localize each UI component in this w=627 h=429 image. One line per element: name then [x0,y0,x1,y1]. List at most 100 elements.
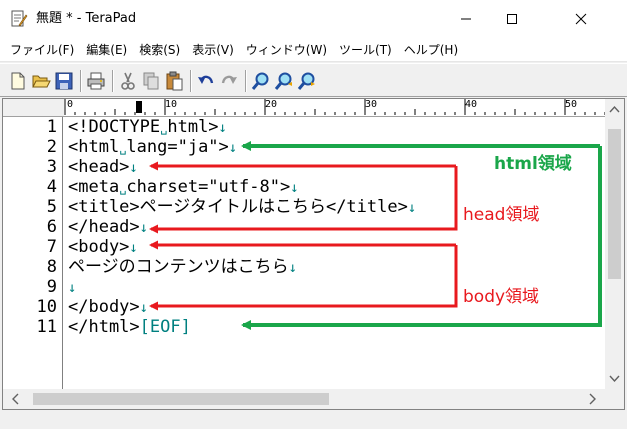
vertical-scrollbar[interactable] [605,99,624,389]
code-text: <body> [68,237,130,257]
newline-mark: ↓ [218,120,227,136]
toolbar-separator [80,70,82,92]
gutter-divider [62,117,63,406]
code-line[interactable]: ↓ [68,277,76,298]
copy-button[interactable] [141,71,161,91]
find-icon [251,72,269,90]
print-icon [87,72,105,90]
ruler-cursor-marker [136,101,142,113]
line-number: 6 [46,217,57,237]
open-folder-icon [32,75,51,88]
maximize-icon [507,14,517,24]
ruler-corner [3,99,64,117]
menu-window[interactable]: ウィンドウ(W) [240,40,333,60]
code-text: ページのコンテンツはこちら [68,257,289,277]
code-line[interactable]: <body>↓ [68,237,138,258]
code-text: html> [167,117,219,137]
editor-area[interactable]: 0 10 20 30 40 50 1 2 3 4 5 6 7 8 9 10 11 <!DOCTYPE… [2,98,625,410]
scroll-left-icon[interactable] [7,389,25,409]
paste-button[interactable] [164,71,184,91]
title-bar[interactable]: 無題 * - TeraPad [0,0,627,38]
line-number: 10 [36,297,57,317]
newline-mark: ↓ [139,300,149,316]
undo-button[interactable] [196,71,216,91]
toolbar [0,63,627,97]
new-file-icon [11,72,25,90]
paste-icon [166,71,183,91]
redo-icon [221,75,237,84]
terapad-window: 無題 * - TeraPad ファイル(F) 編集(E) 検索(S) 表示(V)… [0,0,627,429]
find-button[interactable] [251,71,271,91]
find-prev-button[interactable] [274,71,294,91]
ruler-label: 10 [165,99,178,110]
body-region-label: body領域 [463,287,540,307]
new-file-button[interactable] [8,71,28,91]
code-line[interactable]: </head>↓ [68,217,148,238]
scroll-down-icon[interactable] [605,369,624,387]
menu-help[interactable]: ヘルプ(H) [398,40,464,60]
line-number: 5 [46,197,57,217]
code-line[interactable]: </html>[EOF] [68,317,191,337]
code-line[interactable]: </body>↓ [68,297,148,318]
cut-icon [121,72,135,90]
ruler-label: 20 [265,99,278,110]
toolbar-separator [245,70,247,92]
line-number-gutter: 1 2 3 4 5 6 7 8 9 10 11 [3,117,61,406]
line-number: 4 [46,177,57,197]
code-line[interactable]: <html␣lang="ja">↓ [68,137,237,158]
head-region-label: head領域 [463,205,540,225]
vertical-scroll-thumb[interactable] [608,129,621,279]
line-number: 11 [36,317,57,337]
undo-icon [198,75,214,84]
code-line[interactable]: <meta␣charset="utf-8">↓ [68,177,299,198]
column-ruler: 0 10 20 30 40 50 [64,99,605,117]
menu-view[interactable]: 表示(V) [186,40,240,60]
find-prev-icon [274,72,292,90]
line-number: 3 [46,157,57,177]
scroll-right-icon[interactable] [583,389,601,409]
code-line[interactable]: <!DOCTYPE␣html>↓ [68,117,227,138]
ruler-ticks [64,99,605,115]
status-bar [0,410,627,429]
menu-edit[interactable]: 編集(E) [80,40,133,60]
minimize-button[interactable] [443,0,489,38]
menu-file[interactable]: ファイル(F) [4,40,80,60]
code-text: <html [68,137,120,157]
code-line[interactable]: <title>ページタイトルはこちら</title>↓ [68,197,416,218]
code-text: <head> [68,157,130,177]
window-title: 無題 * - TeraPad [36,11,137,26]
code-text: </html> [68,317,140,337]
menu-search[interactable]: 検索(S) [133,40,186,60]
code-text: <title>ページタイトルはこちら</title> [68,197,408,217]
code-text: lang="ja"> [126,137,229,157]
newline-mark: ↓ [228,140,238,156]
newline-mark: ↓ [290,180,299,196]
code-line[interactable]: ページのコンテンツはこちら↓ [68,257,297,278]
terapad-app-icon[interactable] [10,10,28,28]
code-text: </body> [68,297,140,317]
open-button[interactable] [31,71,51,91]
ruler-label: 50 [565,99,578,110]
ruler-label: 30 [365,99,378,110]
find-next-button[interactable] [297,71,317,91]
copy-icon [143,72,159,90]
code-text: <!DOCTYPE [68,117,161,137]
horizontal-scrollbar[interactable] [3,389,605,409]
toolbar-separator [190,70,192,92]
scroll-up-icon[interactable] [605,101,624,119]
line-number: 7 [46,237,57,257]
newline-mark: ↓ [139,220,149,236]
maximize-button[interactable] [489,0,535,38]
line-number: 8 [46,257,57,277]
menu-tools[interactable]: ツール(T) [333,40,398,60]
code-line[interactable]: <head>↓ [68,157,138,178]
redo-button[interactable] [219,71,239,91]
cut-button[interactable] [118,71,138,91]
save-button[interactable] [54,71,74,91]
close-button[interactable] [535,0,627,38]
toolbar-separator [112,70,114,92]
horizontal-scroll-thumb[interactable] [33,393,329,405]
newline-mark: ↓ [407,200,417,216]
minimize-icon [461,18,471,20]
print-button[interactable] [86,71,106,91]
